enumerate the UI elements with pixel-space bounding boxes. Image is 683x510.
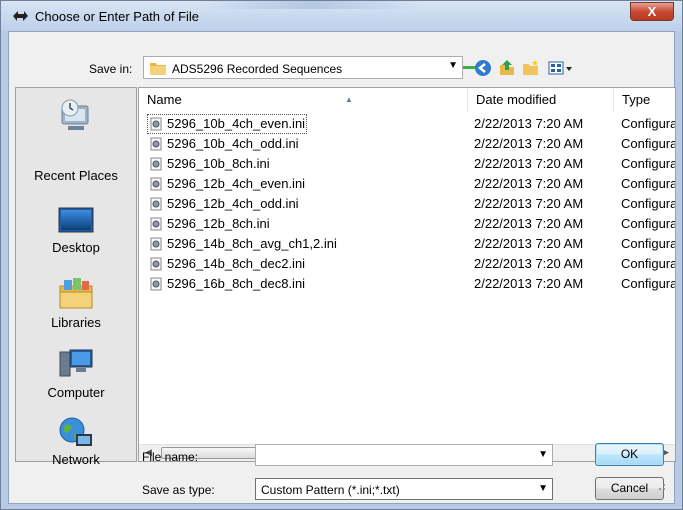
- cancel-button[interactable]: Cancel: [595, 477, 664, 500]
- file-type: Configura: [621, 256, 676, 271]
- libraries-icon: [59, 278, 93, 309]
- navigation-toolbar: [474, 57, 604, 79]
- ini-file-icon: [150, 257, 162, 271]
- back-icon[interactable]: [474, 59, 492, 77]
- file-name: 5296_16b_8ch_dec8.ini: [167, 276, 306, 291]
- file-date: 2/22/2013 7:20 AM: [474, 136, 584, 151]
- file-name: 5296_12b_4ch_even.ini: [167, 176, 306, 191]
- view-menu-icon[interactable]: [548, 59, 574, 77]
- place-desktop[interactable]: Desktop: [16, 198, 136, 270]
- place-recent-places[interactable]: Recent Places: [16, 88, 136, 183]
- file-date: 2/22/2013 7:20 AM: [474, 236, 584, 251]
- file-date: 2/22/2013 7:20 AM: [474, 216, 584, 231]
- network-icon: [59, 417, 92, 446]
- column-header-date-label: Date modified: [476, 92, 557, 107]
- save-in-combobox[interactable]: ADS5296 Recorded Sequences ▼: [143, 56, 463, 79]
- table-row[interactable]: 5296_10b_4ch_even.ini 2/22/2013 7:20 AM …: [139, 114, 676, 134]
- file-type: Configura: [621, 156, 676, 171]
- save-in-label: Save in:: [89, 62, 133, 76]
- file-name: 5296_14b_8ch_dec2.ini: [167, 256, 306, 271]
- chevron-down-icon[interactable]: ▼: [538, 449, 548, 460]
- place-libraries[interactable]: Libraries: [16, 268, 136, 340]
- title-glow: [201, 1, 421, 9]
- table-row[interactable]: 5296_16b_8ch_dec8.ini 2/22/2013 7:20 AM …: [139, 274, 676, 294]
- ini-file-icon: [150, 277, 162, 291]
- app-logo-icon: [13, 11, 28, 21]
- title-bar: Choose or Enter Path of File X: [1, 1, 682, 31]
- file-type: Configura: [621, 276, 676, 291]
- file-type: Configura: [621, 176, 676, 191]
- new-folder-icon[interactable]: [522, 59, 540, 77]
- table-row[interactable]: 5296_14b_8ch_avg_ch1,2.ini 2/22/2013 7:2…: [139, 234, 676, 254]
- save-as-type-select[interactable]: Custom Pattern (*.ini;*.txt) ▼: [255, 478, 553, 500]
- save-in-value: ADS5296 Recorded Sequences: [172, 62, 343, 76]
- place-computer[interactable]: Computer: [16, 338, 136, 410]
- table-row[interactable]: 5296_12b_8ch.ini 2/22/2013 7:20 AM Confi…: [139, 214, 676, 234]
- column-header-date[interactable]: Date modified: [468, 88, 614, 112]
- folder-icon: [150, 63, 166, 75]
- table-row[interactable]: 5296_10b_8ch.ini 2/22/2013 7:20 AM Confi…: [139, 154, 676, 174]
- file-date: 2/22/2013 7:20 AM: [474, 156, 584, 171]
- table-row[interactable]: 5296_14b_8ch_dec2.ini 2/22/2013 7:20 AM …: [139, 254, 676, 274]
- file-name: 5296_10b_8ch.ini: [167, 156, 270, 171]
- file-type: Configura: [621, 116, 676, 131]
- window-title: Choose or Enter Path of File: [35, 9, 200, 24]
- chevron-down-icon[interactable]: ▼: [448, 60, 458, 71]
- file-name: 5296_14b_8ch_avg_ch1,2.ini: [167, 236, 337, 251]
- chevron-down-icon[interactable]: ▼: [538, 483, 548, 494]
- close-button[interactable]: X: [630, 2, 674, 21]
- ini-file-icon: [150, 197, 162, 211]
- place-label-network: Network: [52, 452, 100, 467]
- file-name: 5296_10b_4ch_odd.ini: [167, 136, 299, 151]
- place-label-recent-places: Recent Places: [34, 168, 118, 183]
- file-name: 5296_12b_4ch_odd.ini: [167, 196, 299, 211]
- table-row[interactable]: 5296_10b_4ch_odd.ini 2/22/2013 7:20 AM C…: [139, 134, 676, 154]
- file-name: 5296_12b_8ch.ini: [167, 216, 270, 231]
- dialog-client-area: Save in: ADS5296 Recorded Sequences ▼ Re…: [8, 31, 676, 504]
- recent-places-icon: [61, 99, 89, 130]
- file-type: Configura: [621, 136, 676, 151]
- file-name: 5296_10b_4ch_even.ini: [167, 116, 306, 131]
- save-as-type-label: Save as type:: [142, 483, 215, 497]
- file-type: Configura: [621, 236, 676, 251]
- file-dialog-window: Choose or Enter Path of File X Save in: …: [0, 0, 683, 510]
- up-folder-icon[interactable]: [498, 59, 516, 77]
- file-date: 2/22/2013 7:20 AM: [474, 116, 584, 131]
- file-list-view[interactable]: Name ▲ Date modified Type 5296_10b_4ch_e…: [138, 87, 676, 462]
- ini-file-icon: [150, 217, 162, 231]
- save-as-type-value: Custom Pattern (*.ini;*.txt): [261, 483, 400, 497]
- file-type: Configura: [621, 196, 676, 211]
- column-header-type-label: Type: [622, 92, 651, 107]
- resize-grip-icon[interactable]: [656, 481, 666, 491]
- column-header-name[interactable]: Name ▲: [139, 88, 468, 112]
- computer-icon: [59, 349, 93, 377]
- ok-button[interactable]: OK: [595, 443, 664, 466]
- place-label-desktop: Desktop: [52, 240, 100, 255]
- place-label-libraries: Libraries: [51, 315, 101, 330]
- file-name-combobox[interactable]: ▼: [255, 444, 553, 466]
- file-type: Configura: [621, 216, 676, 231]
- desktop-icon: [58, 207, 94, 233]
- ini-file-icon: [150, 137, 162, 151]
- file-name-label: File name:: [142, 450, 199, 464]
- column-header-name-label: Name: [147, 92, 182, 107]
- file-date: 2/22/2013 7:20 AM: [474, 196, 584, 211]
- ini-file-icon: [150, 157, 162, 171]
- place-network[interactable]: Network: [16, 408, 136, 480]
- sort-ascending-icon: ▲: [345, 95, 353, 104]
- places-bar: Recent Places Desktop Libraries Computer…: [15, 87, 137, 467]
- ini-file-icon: [150, 237, 162, 251]
- column-header-type[interactable]: Type: [614, 88, 675, 112]
- ini-file-icon: [150, 177, 162, 191]
- place-label-computer: Computer: [47, 385, 105, 400]
- file-date: 2/22/2013 7:20 AM: [474, 176, 584, 191]
- table-row[interactable]: 5296_12b_4ch_odd.ini 2/22/2013 7:20 AM C…: [139, 194, 676, 214]
- file-date: 2/22/2013 7:20 AM: [474, 276, 584, 291]
- file-date: 2/22/2013 7:20 AM: [474, 256, 584, 271]
- table-row[interactable]: 5296_12b_4ch_even.ini 2/22/2013 7:20 AM …: [139, 174, 676, 194]
- ini-file-icon: [150, 117, 162, 131]
